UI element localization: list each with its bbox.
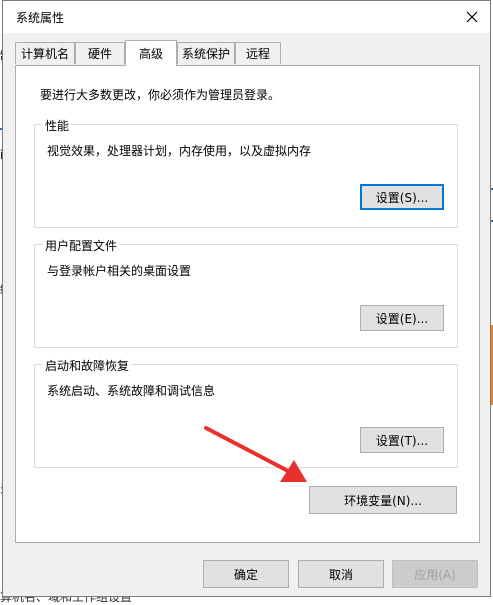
tab-hardware[interactable]: 硬件 (75, 42, 125, 64)
close-icon (466, 11, 478, 23)
performance-settings-button[interactable]: 设置(S)... (360, 184, 444, 210)
startup-settings-button[interactable]: 设置(T)... (360, 427, 444, 453)
group-description: 系统启动、系统故障和调试信息 (47, 384, 216, 398)
close-button[interactable] (460, 5, 484, 29)
tab-computer-name[interactable]: 计算机名 (15, 42, 75, 64)
user-profile-group: 用户配置文件 与登录帐户相关的桌面设置 设置(E)... (34, 237, 458, 348)
system-properties-dialog: 系统属性 计算机名 硬件 高级 系统保护 远程 要进行大多数更改，你必须作为管理… (2, 0, 491, 597)
tab-advanced[interactable]: 高级 (125, 40, 177, 66)
window-title: 系统属性 (16, 11, 65, 25)
advanced-tab-panel: 要进行大多数更改，你必须作为管理员登录。 性能 视觉效果，处理器计划，内存使用，… (15, 65, 480, 543)
startup-recovery-group: 启动和故障恢复 系统启动、系统故障和调试信息 设置(T)... (34, 357, 458, 468)
tab-system-protection[interactable]: 系统保护 (177, 42, 235, 64)
group-title: 用户配置文件 (43, 237, 120, 254)
environment-variables-button[interactable]: 环境变量(N)... (309, 486, 457, 514)
apply-button[interactable]: 应用(A) (392, 560, 478, 588)
group-title: 性能 (43, 117, 72, 134)
profile-settings-button[interactable]: 设置(E)... (360, 305, 444, 331)
performance-group: 性能 视觉效果，处理器计划，内存使用，以及虚拟内存 设置(S)... (34, 117, 458, 228)
tab-remote[interactable]: 远程 (235, 42, 281, 64)
titlebar: 系统属性 (3, 1, 490, 33)
admin-notice: 要进行大多数更改，你必须作为管理员登录。 (40, 88, 281, 102)
group-title: 启动和故障恢复 (43, 357, 132, 374)
group-description: 视觉效果，处理器计划，内存使用，以及虚拟内存 (47, 144, 312, 158)
ok-button[interactable]: 确定 (203, 560, 289, 588)
group-description: 与登录帐户相关的桌面设置 (47, 264, 192, 278)
cancel-button[interactable]: 取消 (298, 560, 384, 588)
